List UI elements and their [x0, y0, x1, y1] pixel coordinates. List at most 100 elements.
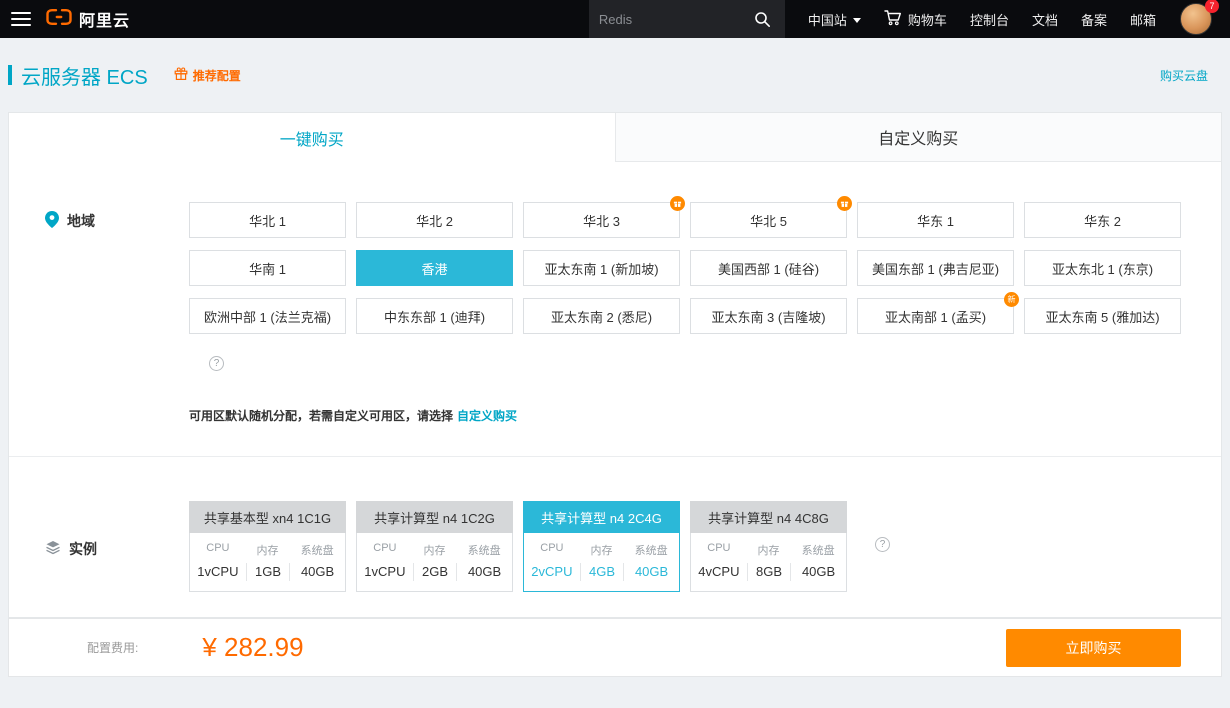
region-button[interactable]: 亚太东北 1 (东京): [1024, 250, 1181, 286]
recommended-config-label: 推荐配置: [193, 67, 241, 84]
region-button[interactable]: 亚太东南 1 (新加坡): [523, 250, 680, 286]
nav-console[interactable]: 控制台: [970, 10, 1009, 29]
cost-label: 配置费用:: [87, 639, 138, 656]
recommended-config-link[interactable]: 推荐配置: [174, 67, 241, 84]
spec-label-cpu: CPU: [691, 542, 747, 558]
page-title: 云服务器 ECS: [8, 61, 148, 90]
gift-icon: [174, 67, 188, 84]
custom-buy-link[interactable]: 自定义购买: [457, 409, 517, 423]
buy-cloud-disk-link[interactable]: 购买云盘: [1160, 67, 1208, 84]
instance-cards: 共享基本型 xn4 1C1G CPU 内存 系统盘 1vCPU 1GB 40GB…: [189, 501, 1221, 592]
aliyun-logo-icon: [46, 9, 72, 30]
purchase-tabs: 一键购买 自定义购买: [9, 113, 1221, 162]
cart-icon: [884, 9, 902, 29]
notification-badge: 7: [1205, 0, 1219, 13]
region-button[interactable]: 亚太东南 5 (雅加达): [1024, 298, 1181, 334]
region-button-label: 美国西部 1 (硅谷): [718, 259, 819, 278]
spec-value-cpu: 2vCPU: [524, 563, 580, 581]
region-button[interactable]: 华北 5: [690, 202, 847, 238]
region-section: 地域 华北 1 华北 2 华北 3 华北 5 华东 1 华东 2 华南 1 香港…: [9, 162, 1221, 457]
instance-card-title: 共享计算型 n4 1C2G: [356, 501, 513, 533]
spec-label-cpu: CPU: [524, 542, 580, 558]
region-button[interactable]: 华北 3: [523, 202, 680, 238]
tab-one-click-buy[interactable]: 一键购买: [9, 113, 615, 162]
search-input[interactable]: [599, 12, 751, 27]
spec-value-memory: 4GB: [580, 563, 623, 581]
layers-icon: [45, 540, 61, 558]
help-icon[interactable]: [875, 537, 890, 552]
spec-value-cpu: 1vCPU: [190, 563, 246, 581]
region-button-label: 亚太东南 5 (雅加达): [1045, 307, 1159, 326]
region-button-label: 华北 5: [750, 211, 787, 230]
spec-label-cpu: CPU: [190, 542, 246, 558]
help-icon[interactable]: [209, 356, 224, 371]
instance-section-title: 实例: [69, 539, 97, 559]
spec-label-memory: 内存: [580, 542, 623, 558]
region-button-label: 亚太东南 2 (悉尼): [551, 307, 652, 326]
region-button[interactable]: 亚太东南 2 (悉尼): [523, 298, 680, 334]
region-button[interactable]: 华东 2: [1024, 202, 1181, 238]
region-button-label: 华北 3: [583, 211, 620, 230]
nav-docs[interactable]: 文档: [1032, 10, 1058, 29]
region-button-label: 华南 1: [249, 259, 286, 278]
availability-zone-note: 可用区默认随机分配，若需自定义可用区，请选择自定义购买: [189, 407, 1221, 456]
buy-now-button[interactable]: 立即购买: [1006, 629, 1181, 667]
instance-card-n4-1c2g[interactable]: 共享计算型 n4 1C2G CPU 内存 系统盘 1vCPU 2GB 40GB: [356, 501, 513, 592]
search-icon[interactable]: [751, 7, 775, 31]
region-button-label: 香港: [421, 259, 447, 278]
spec-value-disk: 40GB: [289, 563, 345, 581]
region-button-label: 中东东部 1 (迪拜): [384, 307, 485, 326]
region-grid: 华北 1 华北 2 华北 3 华北 5 华东 1 华东 2 华南 1 香港 亚太…: [189, 202, 1221, 456]
topbar: 阿里云 中国站 购物车 控制台 文档 备案 邮箱 7: [0, 0, 1230, 38]
spec-value-disk: 40GB: [623, 563, 679, 581]
promo-gift-badge: [837, 196, 852, 211]
spec-value-cpu: 1vCPU: [357, 563, 413, 581]
instance-card-specs: CPU 内存 系统盘 1vCPU 2GB 40GB: [356, 533, 513, 592]
spec-label-disk: 系统盘: [790, 542, 846, 558]
spec-value-memory: 8GB: [747, 563, 790, 581]
instance-section-label: 实例: [45, 539, 189, 559]
instance-card-n4-2c4g-selected[interactable]: 共享计算型 n4 2C4G CPU 内存 系统盘 2vCPU 4GB 40GB: [523, 501, 680, 592]
site-region-selector[interactable]: 中国站: [808, 10, 861, 29]
spec-label-memory: 内存: [747, 542, 790, 558]
region-button-label: 亚太东南 3 (吉隆坡): [711, 307, 825, 326]
hamburger-menu-icon[interactable]: [0, 0, 42, 38]
region-button[interactable]: 亚太东南 3 (吉隆坡): [690, 298, 847, 334]
region-button-label: 亚太南部 1 (孟买): [885, 307, 986, 326]
instance-card-n4-4c8g[interactable]: 共享计算型 n4 4C8G CPU 内存 系统盘 4vCPU 8GB 40GB: [690, 501, 847, 592]
user-avatar[interactable]: 7: [1180, 3, 1212, 35]
region-button-label: 欧洲中部 1 (法兰克福): [204, 307, 331, 326]
new-badge: 新: [1004, 292, 1019, 307]
spec-values: 1vCPU 2GB 40GB: [357, 563, 512, 581]
spec-label-disk: 系统盘: [289, 542, 345, 558]
region-button-label: 亚太东北 1 (东京): [1052, 259, 1153, 278]
topbar-search: [589, 0, 785, 38]
spec-label-disk: 系统盘: [456, 542, 512, 558]
aliyun-logo[interactable]: 阿里云: [46, 7, 130, 31]
spec-values: 1vCPU 1GB 40GB: [190, 563, 345, 581]
spec-labels: CPU 内存 系统盘: [190, 542, 345, 558]
region-button[interactable]: 亚太南部 1 (孟买) 新: [857, 298, 1014, 334]
checkout-bar: 配置费用: ¥ 282.99 立即购买: [8, 618, 1222, 677]
region-button[interactable]: 中东东部 1 (迪拜): [356, 298, 513, 334]
nav-cart[interactable]: 购物车: [884, 9, 947, 29]
region-button-label: 美国东部 1 (弗吉尼亚): [872, 259, 999, 278]
region-button[interactable]: 欧洲中部 1 (法兰克福): [189, 298, 346, 334]
region-button[interactable]: 华南 1: [189, 250, 346, 286]
region-section-label: 地域: [45, 211, 189, 231]
instance-card-xn4-1c1g[interactable]: 共享基本型 xn4 1C1G CPU 内存 系统盘 1vCPU 1GB 40GB: [189, 501, 346, 592]
region-button[interactable]: 美国东部 1 (弗吉尼亚): [857, 250, 1014, 286]
instance-card-title: 共享基本型 xn4 1C1G: [189, 501, 346, 533]
region-button[interactable]: 华北 2: [356, 202, 513, 238]
nav-mail[interactable]: 邮箱: [1130, 10, 1156, 29]
region-button-label: 华北 1: [249, 211, 286, 230]
region-button[interactable]: 美国西部 1 (硅谷): [690, 250, 847, 286]
spec-value-disk: 40GB: [456, 563, 512, 581]
tab-custom-buy[interactable]: 自定义购买: [615, 113, 1222, 162]
spec-label-memory: 内存: [413, 542, 456, 558]
cart-label: 购物车: [908, 10, 947, 29]
region-button[interactable]: 华东 1: [857, 202, 1014, 238]
region-button[interactable]: 华北 1: [189, 202, 346, 238]
region-button-selected[interactable]: 香港: [356, 250, 513, 286]
nav-beian[interactable]: 备案: [1081, 10, 1107, 29]
